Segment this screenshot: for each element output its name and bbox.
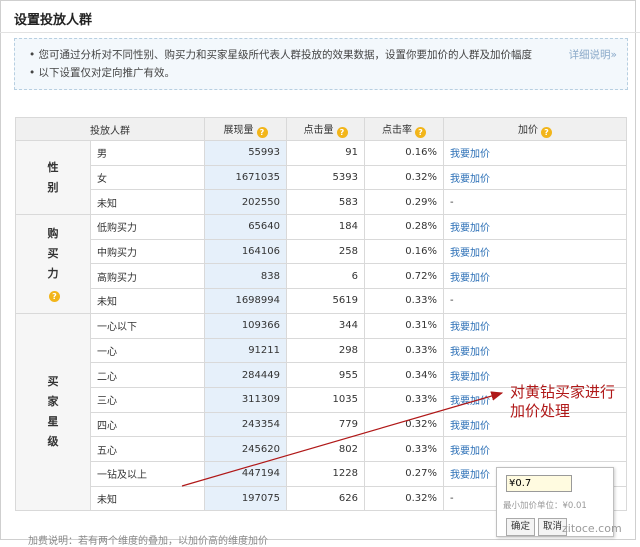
watermark: zitoce.com (562, 522, 622, 535)
bid-amount-input[interactable] (506, 475, 572, 492)
confirm-button[interactable]: 确定 (506, 518, 536, 536)
annotation-arrow (181, 391, 504, 487)
footer-note: 加费说明：若有两个维度的叠加，以加价高的维度加价 (28, 536, 268, 547)
annotation-text: 对黄钻买家进行 加价处理 (510, 383, 616, 420)
min-unit-text: 最小加价单位：¥0.01 (503, 501, 587, 511)
